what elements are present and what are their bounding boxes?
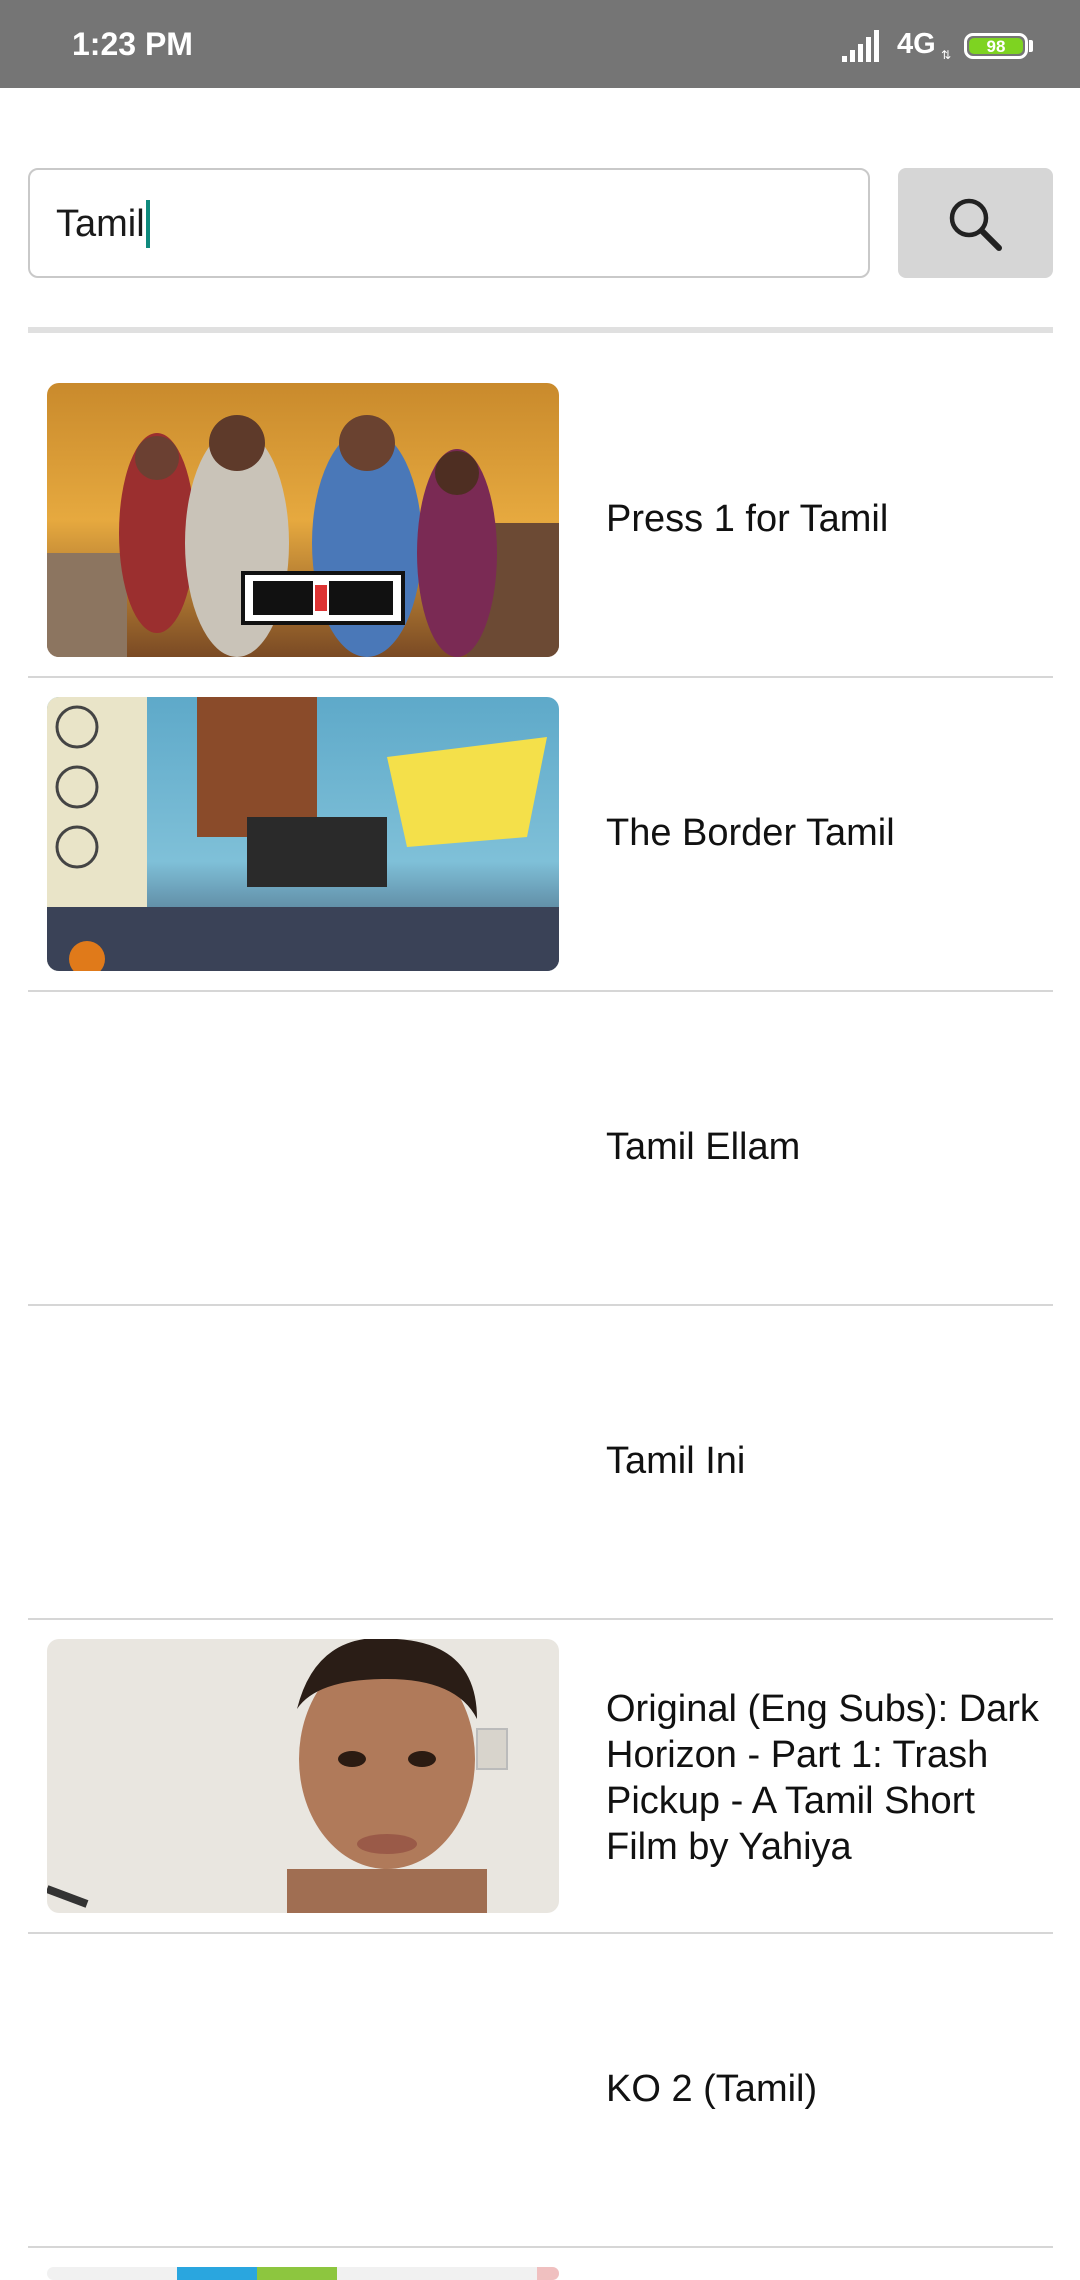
battery-icon: 98 [964,33,1028,59]
movie-thumbnail-placeholder [47,1011,559,1285]
result-row[interactable]: Tamil Ellam [28,992,1053,1306]
movie-thumbnail-press-1-for-tamil [47,383,559,657]
result-row[interactable]: KO 2 (Tamil) [28,1934,1053,2248]
status-bar: 1:23 PM 4G ⇅ 98 [0,0,1080,88]
battery-level: 98 [969,38,1023,55]
result-row-partial[interactable] [28,2248,1053,2280]
movie-thumbnail-placeholder [47,1953,559,2227]
movie-thumbnail-placeholder [47,1325,559,1599]
movie-thumbnail-dark-horizon [47,1639,559,1913]
data-activity-icon: ⇅ [941,48,952,62]
battery-tip [1029,40,1033,52]
search-button[interactable] [898,168,1053,278]
search-icon [949,198,1002,251]
result-title: KO 2 (Tamil) [606,2068,818,2110]
results-divider [28,327,1053,333]
result-row[interactable]: Original (Eng Subs): Dark Horizon - Part… [28,1620,1053,1934]
result-title: Original (Eng Subs): Dark Horizon - Part… [606,1688,1039,1868]
result-title: Press 1 for Tamil [606,498,889,540]
movie-thumbnail-partial [47,2267,559,2280]
result-row[interactable]: Press 1 for Tamil [28,364,1053,678]
movie-thumbnail-the-border-tamil [47,697,559,971]
search-input[interactable]: Tamil [28,168,870,278]
status-time: 1:23 PM [72,26,193,62]
result-title: Tamil Ellam [606,1126,801,1168]
network-type-label: 4G [897,28,936,60]
result-title: The Border Tamil [606,812,895,854]
result-title: Tamil Ini [606,1440,746,1482]
result-row[interactable]: Tamil Ini [28,1306,1053,1620]
text-cursor [145,200,150,248]
search-input-value: Tamil [56,200,150,248]
signal-icon [842,30,879,62]
result-row[interactable]: The Border Tamil [28,678,1053,992]
